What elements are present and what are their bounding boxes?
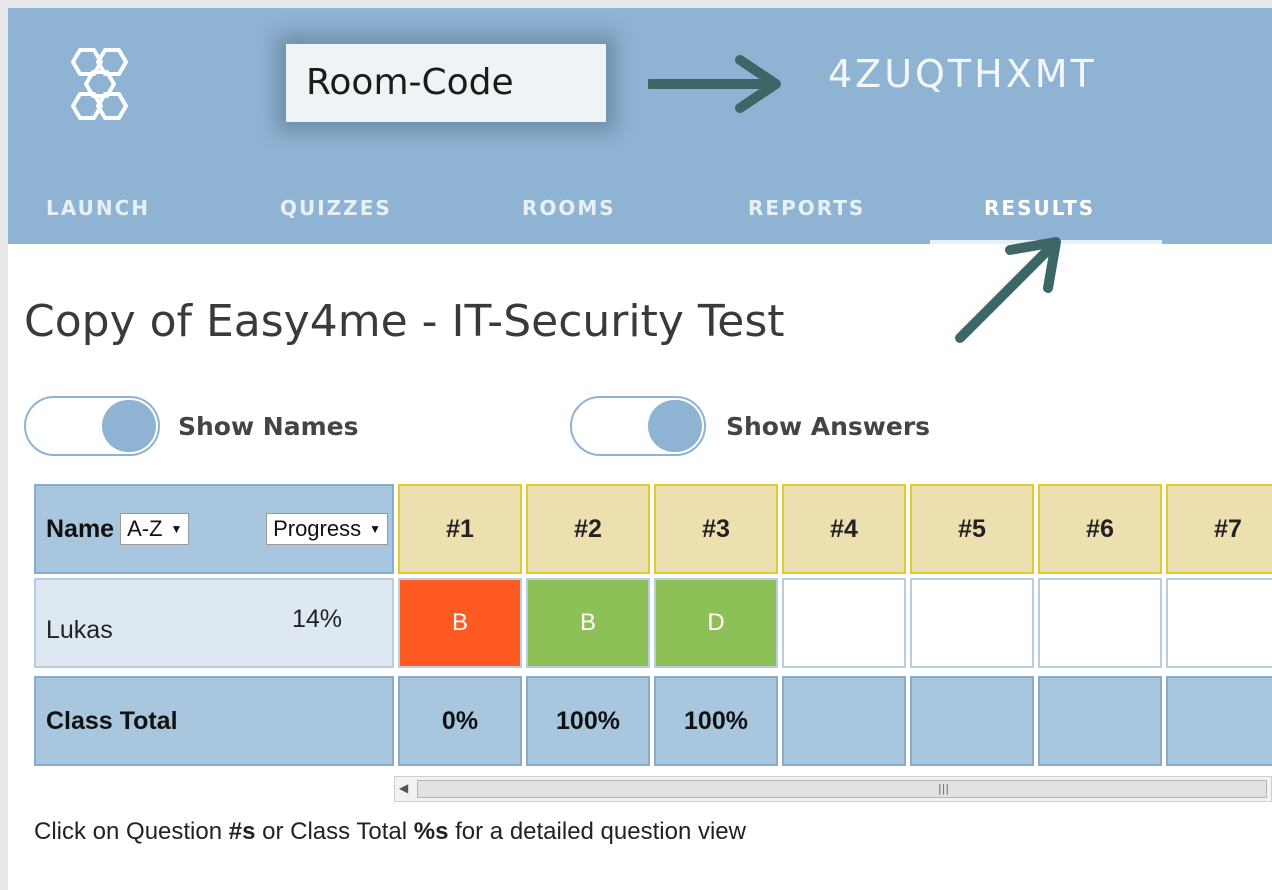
nav-launch[interactable]: LAUNCH bbox=[46, 196, 150, 220]
answer-cell[interactable]: B bbox=[398, 578, 522, 668]
student-progress: 14% bbox=[291, 604, 342, 633]
hint-total-bold: %s bbox=[413, 818, 449, 845]
class-total-cell bbox=[1038, 676, 1162, 766]
question-header-6[interactable]: #6 bbox=[1038, 484, 1162, 574]
class-total-cell[interactable]: 0% bbox=[398, 676, 522, 766]
header-bar: Room-Code 4ZUQTHXMT LAUNCH QUIZZES ROOMS… bbox=[8, 8, 1272, 244]
question-header-5[interactable]: #5 bbox=[910, 484, 1034, 574]
main-nav: LAUNCH QUIZZES ROOMS REPORTS RESULTS bbox=[8, 184, 1272, 244]
student-row-header: Lukas 14% bbox=[34, 578, 394, 668]
show-names-toggle[interactable] bbox=[24, 396, 160, 456]
sort-select[interactable]: A-Z ▼ bbox=[120, 513, 190, 545]
question-header-3[interactable]: #3 bbox=[654, 484, 778, 574]
caret-down-icon: ▼ bbox=[369, 522, 381, 536]
class-total-cell[interactable]: 100% bbox=[654, 676, 778, 766]
question-header-1[interactable]: #1 bbox=[398, 484, 522, 574]
nav-quizzes[interactable]: QUIZZES bbox=[280, 196, 392, 220]
name-header-cell: Name A-Z ▼ Progress ▼ bbox=[34, 484, 394, 574]
show-answers-label: Show Answers bbox=[726, 412, 931, 441]
answer-cell[interactable]: B bbox=[526, 578, 650, 668]
hint-question-bold: #s bbox=[228, 818, 256, 845]
class-total-cell[interactable]: 100% bbox=[526, 676, 650, 766]
hexagon-logo-icon[interactable] bbox=[60, 44, 146, 124]
class-total-cell bbox=[910, 676, 1034, 766]
hint-prefix: Click on Question bbox=[34, 818, 229, 845]
room-code-label: Room-Code bbox=[306, 62, 514, 103]
question-header-7[interactable]: #7 bbox=[1166, 484, 1272, 574]
arrow-right-icon bbox=[648, 55, 781, 113]
answer-cell bbox=[1038, 578, 1162, 668]
nav-results[interactable]: RESULTS bbox=[984, 196, 1095, 220]
class-total-label: Class Total bbox=[34, 676, 394, 766]
hint-text: Click on Question #s or Class Total %s f… bbox=[34, 818, 746, 846]
toggle-knob bbox=[102, 400, 156, 452]
question-header-2[interactable]: #2 bbox=[526, 484, 650, 574]
sort-select-value: A-Z bbox=[127, 516, 163, 541]
grip-icon: ||| bbox=[938, 782, 950, 795]
horizontal-scrollbar[interactable]: ◀ ||| bbox=[394, 776, 1272, 802]
toggle-knob bbox=[648, 400, 702, 452]
scroll-thumb[interactable]: ||| bbox=[417, 780, 1267, 798]
room-code-value: 4ZUQTHXMT bbox=[828, 52, 1097, 96]
arrow-diagonal-icon bbox=[955, 237, 1061, 343]
scroll-left-arrow-icon[interactable]: ◀ bbox=[399, 781, 408, 795]
answer-cell bbox=[1166, 578, 1272, 668]
class-total-cell bbox=[782, 676, 906, 766]
show-names-label: Show Names bbox=[178, 412, 359, 441]
class-total-cell bbox=[1166, 676, 1272, 766]
progress-select[interactable]: Progress ▼ bbox=[266, 513, 388, 545]
app-frame: Room-Code 4ZUQTHXMT LAUNCH QUIZZES ROOMS… bbox=[8, 8, 1272, 890]
nav-rooms[interactable]: ROOMS bbox=[522, 196, 616, 220]
show-answers-toggle[interactable] bbox=[570, 396, 706, 456]
progress-select-value: Progress bbox=[273, 516, 362, 541]
answer-cell bbox=[782, 578, 906, 668]
answer-cell[interactable]: D bbox=[654, 578, 778, 668]
caret-down-icon: ▼ bbox=[170, 522, 183, 536]
nav-reports[interactable]: REPORTS bbox=[748, 196, 865, 220]
room-code-callout: Room-Code bbox=[286, 44, 606, 122]
answer-cell bbox=[910, 578, 1034, 668]
hint-suffix: for a detailed question view bbox=[448, 818, 746, 845]
hint-middle: or Class Total bbox=[255, 818, 414, 845]
student-name: Lukas bbox=[46, 615, 113, 644]
question-header-4[interactable]: #4 bbox=[782, 484, 906, 574]
name-header-label: Name bbox=[46, 514, 115, 543]
page-title: Copy of Easy4me - IT-Security Test bbox=[24, 296, 785, 347]
